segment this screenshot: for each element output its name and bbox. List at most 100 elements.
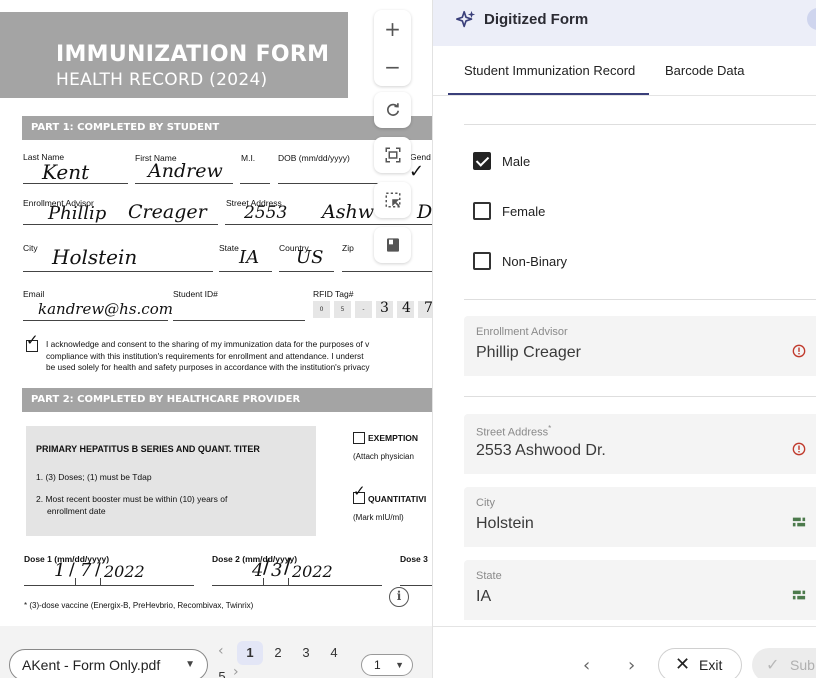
hw-country: US [296,247,324,268]
divider [464,396,816,397]
female-label: Female [502,203,546,219]
label-mi: M.I. [241,153,256,163]
city-field-label: City [476,497,495,509]
tab-barcode-data[interactable]: Barcode Data [665,46,745,96]
exemption-checkbox [353,432,365,444]
prev-page-icon[interactable]: ‹ [218,643,224,659]
book-icon [386,238,399,252]
gender-option-non-binary[interactable]: Non-Binary [473,251,567,271]
close-icon: ✕ [675,654,691,675]
underline [23,320,168,321]
sparkle-icon [456,10,476,28]
page-button-3[interactable]: 3 [293,641,319,665]
male-checkbox[interactable] [473,152,491,170]
next-field-icon[interactable]: › [628,655,635,676]
hw-street-number: 2553 [244,203,288,223]
date-separator: / [284,554,291,578]
non-binary-checkbox[interactable] [473,252,491,270]
info-icon[interactable]: i [389,587,409,607]
required-mark: * [548,424,552,433]
advisor-field[interactable]: Enrollment Advisor Phillip Creager [464,316,816,376]
consent-line: compliance with this institution's requi… [46,350,364,361]
fit-page-button[interactable] [374,137,411,173]
gender-option-male[interactable]: Male [473,151,530,171]
form-scroll-area[interactable]: Male Female Non-Binary Enrollment Adviso… [433,96,816,626]
hepb-rule-2-cont: enrollment date [47,506,106,516]
label-rfid: RFID Tag# [313,289,354,299]
street-field-label: Street Address* [476,424,551,439]
chevron-down-icon: ▼ [185,659,195,670]
advisor-field-value: Phillip Creager [476,344,581,361]
zoom-controls: + − [374,10,411,86]
exit-button[interactable]: ✕ Exit [658,648,742,678]
zoom-out-button[interactable]: − [374,48,411,86]
zoom-in-button[interactable]: + [374,10,411,48]
city-field-value: Holstein [476,515,534,532]
page-button-2[interactable]: 2 [265,641,291,665]
form-title: Digitized Form [484,11,589,28]
form-header: Digitized Form [433,0,816,46]
select-region-icon [385,192,400,208]
barcode-source-icon [792,590,806,600]
page-select[interactable]: 1 ▼ [361,654,413,676]
error-icon [792,344,806,358]
state-field-label: State [476,570,502,582]
gender-option-female[interactable]: Female [473,201,545,221]
exemption-label: EXEMPTION [368,433,419,443]
fit-screen-icon [385,147,400,163]
date-tick [100,578,101,586]
street-label-text: Street Address [476,426,549,439]
select-region-button[interactable] [374,182,411,218]
banner-title: IMMUNIZATION FORM [56,42,330,67]
date-tick [288,578,289,586]
hw-state: IA [239,247,260,268]
consent-check-mark: ✓ [26,331,39,349]
underline [240,183,270,184]
female-checkbox[interactable] [473,202,491,220]
check-icon: ✓ [766,655,780,674]
date-tick [75,578,76,586]
page-button-1[interactable]: 1 [237,641,263,665]
hw-dose2-day: 3 [271,560,283,581]
street-field-value: 2553 Ashwood Dr. [476,442,606,459]
page-button-5[interactable]: 5 [209,665,235,678]
avatar[interactable] [807,8,816,30]
file-select[interactable]: AKent - Form Only.pdf ▼ [9,649,208,678]
part1-header: PART 1: COMPLETED BY STUDENT [22,116,432,140]
city-field[interactable]: City Holstein [464,487,816,547]
underline [135,183,233,184]
underline [23,224,218,225]
hw-dose2-month: 4 [252,560,264,581]
street-field[interactable]: Street Address* 2553 Ashwood Dr. [464,414,816,474]
underline [400,585,432,586]
quantitative-note: (Mark mIU/ml) [353,513,404,522]
error-icon [792,442,806,456]
male-label: Male [502,153,531,169]
document-viewer[interactable]: IMMUNIZATION FORM HEALTH RECORD (2024) P… [0,0,432,678]
submit-button[interactable]: ✓ Sub [752,648,816,678]
label-zip: Zip [342,243,354,253]
page-button-4[interactable]: 4 [321,641,347,665]
bookmark-button[interactable] [374,227,411,263]
underline [219,271,272,272]
next-page-icon[interactable]: › [233,664,239,678]
consent-line: be used solely for health and safety pur… [46,362,370,373]
chevron-down-icon: ▼ [395,660,404,670]
part2-header: PART 2: COMPLETED BY HEALTHCARE PROVIDER [22,388,432,412]
digitized-form-panel: Digitized Form Student Immunization Reco… [432,0,816,678]
previous-field-icon[interactable]: ‹ [583,655,590,676]
date-separator: / [69,560,75,580]
underline [23,271,213,272]
rotate-button[interactable] [374,92,411,128]
divider [464,124,816,125]
state-field[interactable]: State IA [464,560,816,620]
tab-student-immunization-record[interactable]: Student Immunization Record [464,46,635,96]
divider [464,299,816,300]
exit-label: Exit [699,657,723,673]
label-dob: DOB (mm/dd/yyyy) [278,153,350,163]
hw-advisor-first: Phillip [48,203,107,224]
form-tabs: Student Immunization Record Barcode Data [433,46,816,96]
label-city: City [23,243,38,253]
hw-city: Holstein [52,245,138,269]
hw-rfid-digit: 7 [424,300,432,316]
